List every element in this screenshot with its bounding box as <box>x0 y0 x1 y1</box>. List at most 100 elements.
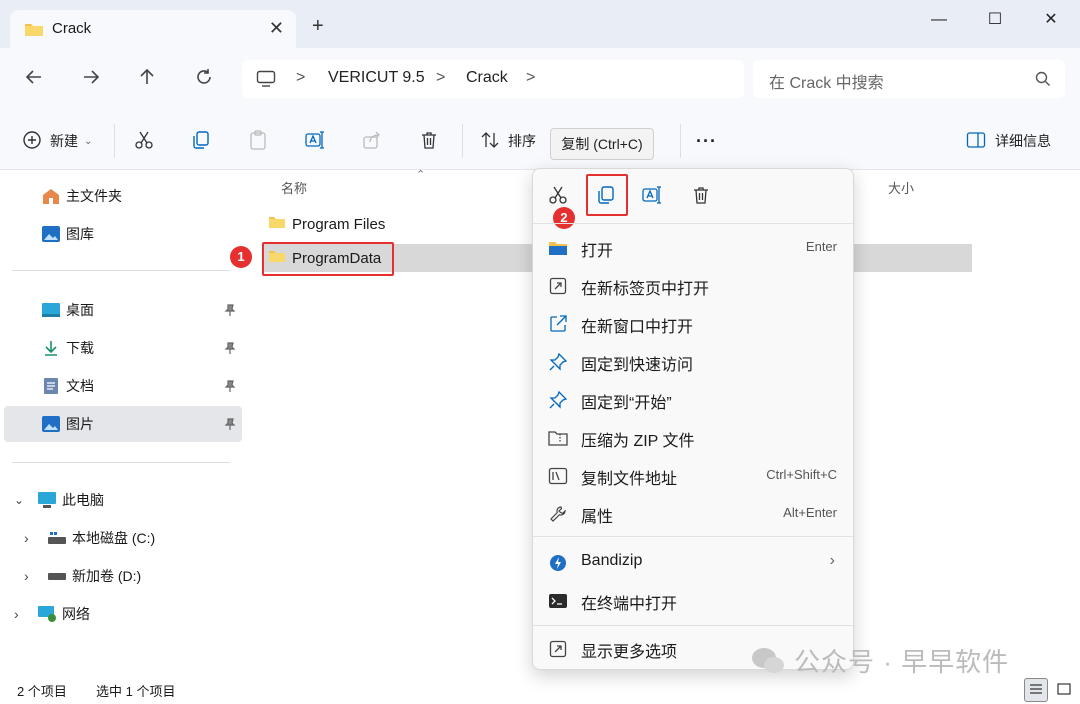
menu-item-label: 属性 <box>581 509 614 526</box>
menu-item-compress-zip[interactable]: 压缩为 ZIP 文件 <box>533 418 855 456</box>
back-arrow-icon[interactable] <box>20 66 48 94</box>
pin-icon[interactable] <box>224 341 236 357</box>
menu-item-open-new-tab[interactable]: 在新标签页中打开 <box>533 266 855 304</box>
refresh-icon[interactable] <box>190 66 218 94</box>
file-name: Program Files <box>292 215 386 233</box>
chevron-down-icon[interactable]: ⌄ <box>14 493 36 507</box>
chevron-right-icon[interactable]: › <box>24 568 46 584</box>
menu-item-label: 在终端中打开 <box>581 596 678 613</box>
menu-item-pin-start[interactable]: 固定到“开始” <box>533 380 855 418</box>
pin-icon[interactable] <box>224 379 236 395</box>
sidebar-item-documents[interactable]: 文档 <box>4 368 242 404</box>
wechat-icon <box>750 646 786 683</box>
details-pane-button[interactable]: 详细信息 <box>966 129 1051 153</box>
column-header-size[interactable]: 大小 <box>888 178 914 197</box>
more-options-button[interactable]: ··· <box>696 129 717 153</box>
step-badge-1: 1 <box>230 246 252 268</box>
sidebar-item-this-pc[interactable]: ⌄ 此电脑 <box>4 482 242 518</box>
menu-item-copy-path[interactable]: 复制文件地址 Ctrl+Shift+C <box>533 456 855 494</box>
command-bar: 新建 ⌄ 排序 ··· 详细信息 <box>0 112 1080 170</box>
share-icon <box>362 130 382 153</box>
home-icon <box>40 185 62 207</box>
folder-icon <box>24 21 44 40</box>
new-tab-button[interactable]: + <box>312 16 324 36</box>
menu-item-label: Bandizip <box>581 552 643 569</box>
menu-item-properties[interactable]: 属性 Alt+Enter <box>533 494 855 532</box>
divider <box>12 270 230 271</box>
breadcrumb-vericut[interactable]: VERICUT 9.5 <box>328 69 425 87</box>
chevron-right-icon[interactable]: › <box>24 530 46 546</box>
menu-item-open-terminal[interactable]: 在终端中打开 <box>533 581 855 619</box>
new-button[interactable]: 新建 ⌄ <box>22 129 92 153</box>
sidebar-item-desktop[interactable]: 桌面 <box>4 292 242 328</box>
rename-button[interactable] <box>305 129 327 153</box>
search-input[interactable]: 在 Crack 中搜索 <box>753 60 1065 98</box>
network-icon <box>36 603 58 625</box>
search-icon <box>1035 71 1051 90</box>
menu-item-pin-quick-access[interactable]: 固定到快速访问 <box>533 342 855 380</box>
menu-item-open-new-window[interactable]: 在新窗口中打开 <box>533 304 855 342</box>
sidebar-item-label: 主文件夹 <box>66 188 122 204</box>
sidebar-item-network[interactable]: › 网络 <box>4 596 242 632</box>
menu-item-label: 压缩为 ZIP 文件 <box>581 433 695 450</box>
up-arrow-icon[interactable] <box>133 66 161 94</box>
menu-item-label: 固定到“开始” <box>581 395 672 412</box>
pin-icon[interactable] <box>224 303 236 319</box>
divider <box>114 124 115 158</box>
sidebar-item-downloads[interactable]: 下载 <box>4 330 242 366</box>
breadcrumb-separator: > <box>526 69 536 86</box>
breadcrumb-separator: > <box>296 69 306 86</box>
context-menu: 2 打开 Enter 在新标签页中打开 在新窗口中打开 固定到快速访问 固定到“… <box>532 168 855 670</box>
trash-icon <box>419 130 439 153</box>
close-tab-icon[interactable]: ✕ <box>269 18 284 39</box>
sidebar-item-home[interactable]: 主文件夹 <box>4 178 242 214</box>
title-bar: Crack ✕ + — ☐ ✕ <box>0 0 1080 48</box>
divider <box>12 462 230 463</box>
details-pane-icon <box>966 131 986 152</box>
share-button[interactable] <box>362 129 382 153</box>
desktop-icon <box>40 299 62 321</box>
delete-menu-button[interactable] <box>688 183 714 209</box>
paste-button[interactable] <box>248 129 268 153</box>
rename-menu-button[interactable] <box>640 183 666 209</box>
copy-button[interactable] <box>191 129 211 153</box>
tab-crack[interactable]: Crack ✕ <box>10 10 296 48</box>
breadcrumb-crack[interactable]: Crack <box>466 69 508 87</box>
minimize-button[interactable]: — <box>916 6 962 34</box>
address-bar[interactable]: > VERICUT 9.5 > Crack > <box>242 60 744 98</box>
forward-arrow-icon[interactable] <box>77 66 105 94</box>
highlight-box <box>262 242 394 276</box>
gallery-icon <box>40 223 62 245</box>
pin-icon[interactable] <box>224 417 236 433</box>
delete-button[interactable] <box>419 129 439 153</box>
menu-item-label: 打开 <box>581 243 614 260</box>
plus-circle-icon <box>22 130 42 153</box>
cut-menu-button[interactable] <box>545 183 571 209</box>
list-item[interactable]: Program Files <box>268 208 385 240</box>
chevron-right-icon[interactable]: › <box>14 606 36 622</box>
pin-icon <box>547 389 569 411</box>
menu-item-bandizip[interactable]: Bandizip › <box>533 543 855 581</box>
sidebar-item-drive-d[interactable]: › 新加卷 (D:) <box>4 558 242 594</box>
sort-button[interactable]: 排序 <box>480 129 536 153</box>
document-icon <box>40 375 62 397</box>
cut-button[interactable] <box>134 129 154 153</box>
maximize-button[interactable]: ☐ <box>972 6 1018 34</box>
menu-item-open[interactable]: 打开 Enter <box>533 228 855 266</box>
divider <box>462 124 463 158</box>
zip-folder-icon <box>547 427 569 449</box>
sidebar-item-label: 新加卷 (D:) <box>72 568 142 584</box>
sidebar-item-drive-c[interactable]: › 本地磁盘 (C:) <box>4 520 242 556</box>
scissors-icon <box>134 130 154 153</box>
close-window-button[interactable]: ✕ <box>1028 6 1074 34</box>
this-pc-icon <box>36 489 58 511</box>
column-header-name[interactable]: 名称 <box>281 178 307 197</box>
watermark: 公众号 · 早早软件 <box>750 642 1009 683</box>
sidebar-item-gallery[interactable]: 图库 <box>4 216 242 252</box>
download-icon <box>40 337 62 359</box>
sidebar-item-label: 文档 <box>66 378 94 394</box>
details-view-button[interactable] <box>1024 678 1048 702</box>
sidebar-item-pictures[interactable]: 图片 <box>4 406 242 442</box>
tiles-view-button[interactable] <box>1052 678 1076 702</box>
highlight-box <box>586 174 628 216</box>
